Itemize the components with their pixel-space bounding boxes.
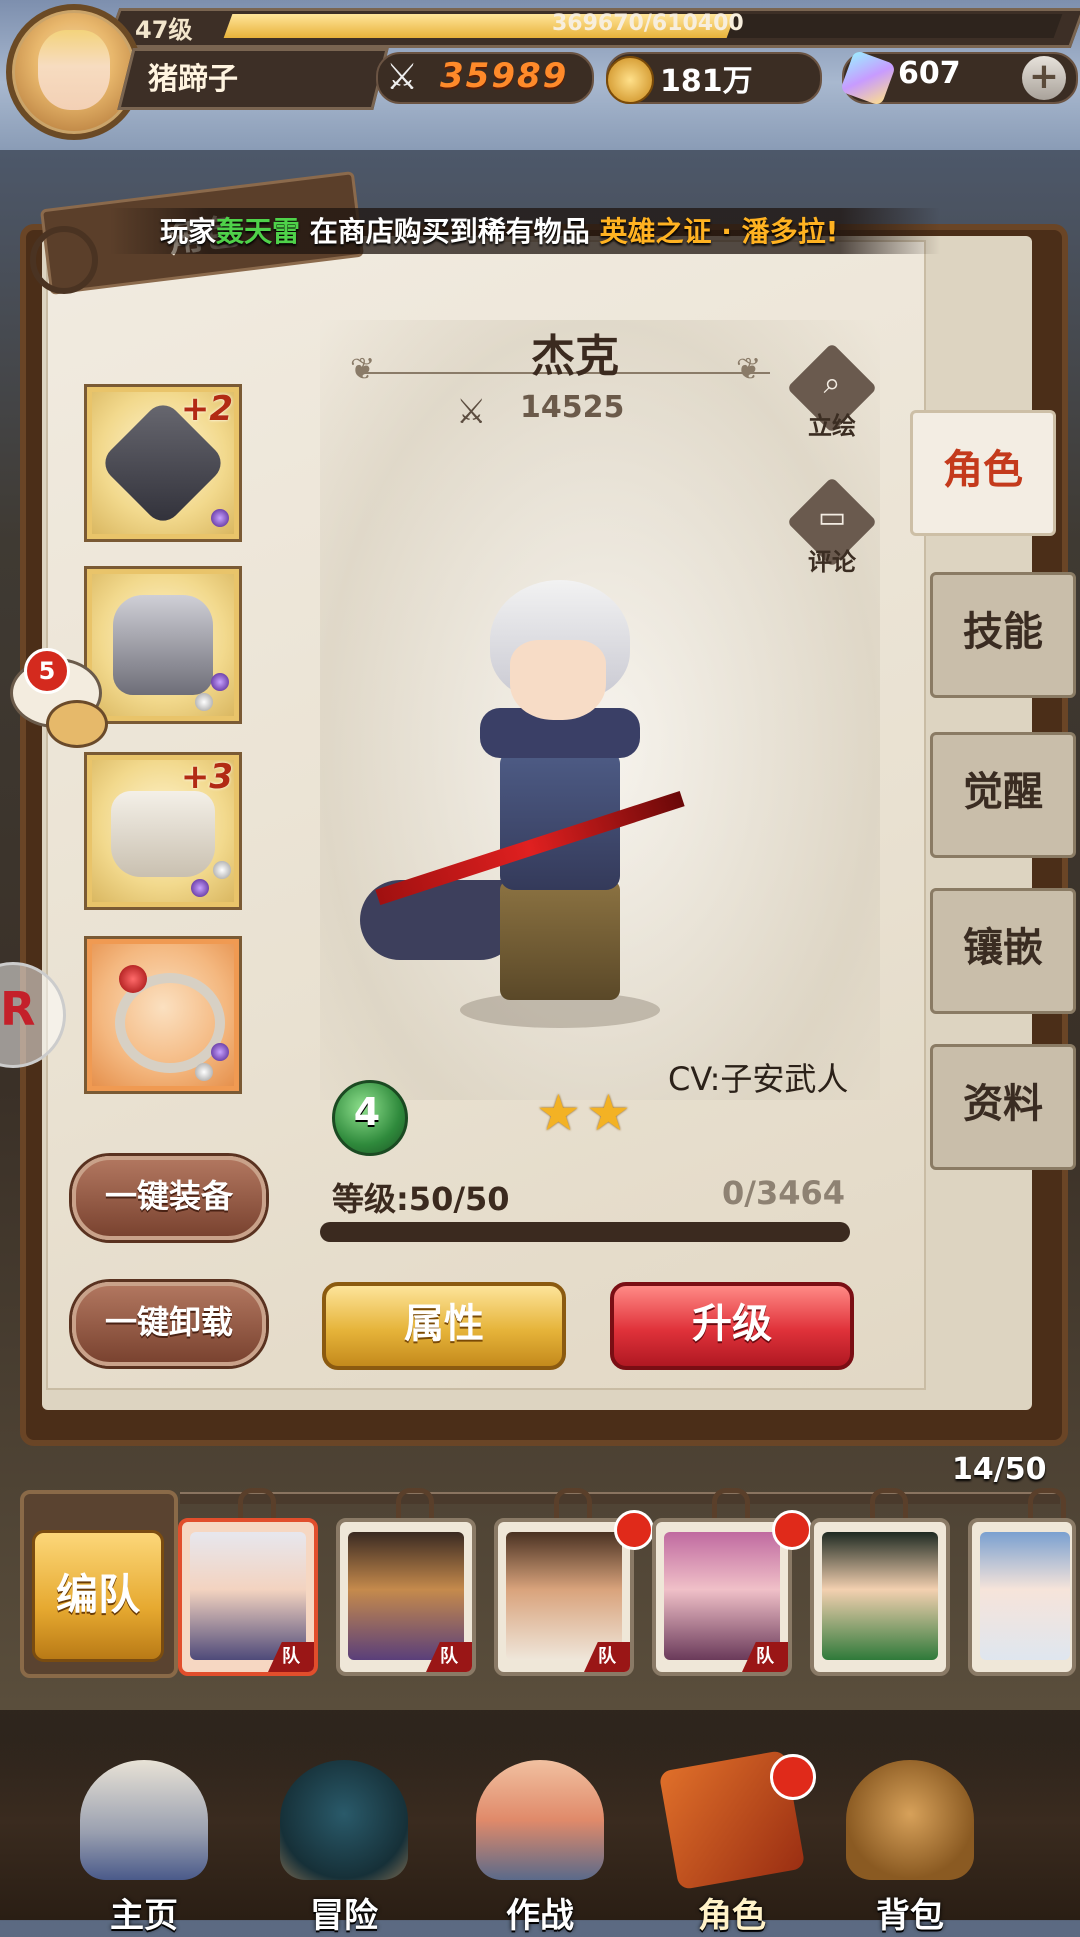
nav-bag-label: 背包 xyxy=(876,1896,944,1936)
portal-icon xyxy=(280,1760,408,1880)
equip-slot-armor[interactable] xyxy=(84,566,242,724)
backpack-icon xyxy=(846,1760,974,1880)
hero-portrait xyxy=(190,1532,306,1660)
character-name: 杰克 xyxy=(531,331,619,382)
hero-card[interactable] xyxy=(968,1518,1076,1676)
rank-number: 4 xyxy=(353,1090,381,1134)
chat-unread-badge: 5 xyxy=(24,648,70,694)
team-formation-button[interactable]: 编队 xyxy=(32,1530,164,1662)
roster-count: 14/50 xyxy=(952,1452,1047,1487)
nav-battle-label: 作战 xyxy=(506,1896,574,1936)
nav-character[interactable]: 角色 xyxy=(652,1749,816,1936)
ornament-left-icon: ❦ xyxy=(350,352,376,387)
auto-unequip-button[interactable]: 一键卸载 xyxy=(72,1282,266,1366)
hero-portrait xyxy=(506,1532,622,1660)
auto-equip-button[interactable]: 一键装备 xyxy=(72,1156,266,1240)
power-value: 35989 xyxy=(440,56,569,96)
ticker-text: 玩家轰天雷 在商店购买到稀有物品 英雄之证 · 潘多拉! xyxy=(160,210,838,250)
enhance-level: +3 xyxy=(180,757,233,797)
tab-character[interactable]: 角色 xyxy=(910,410,1056,536)
battle-mascot-icon xyxy=(476,1760,604,1880)
gold-value: 181万 xyxy=(660,64,753,99)
tab-profile[interactable]: 资料 xyxy=(930,1044,1076,1170)
exp-text: 369670/610400 xyxy=(552,11,744,36)
nav-character-label: 角色 xyxy=(698,1896,766,1936)
character-power: 14525 xyxy=(520,390,625,425)
ticker-player: 轰天雷 xyxy=(216,215,301,248)
crossed-swords-icon: ⚔ xyxy=(456,392,487,432)
hero-card[interactable]: 队 xyxy=(336,1518,476,1676)
event-logo-icon: R xyxy=(0,982,36,1036)
upgrade-button[interactable]: 升级 xyxy=(610,1282,854,1370)
level-text: 等级:50/50 xyxy=(332,1180,510,1218)
portrait-label: 立绘 xyxy=(808,412,856,440)
chat-bubble-icon xyxy=(46,700,108,748)
nav-adventure-label: 冒险 xyxy=(310,1896,378,1936)
ruby-icon xyxy=(119,965,147,993)
gem-value: 607 xyxy=(898,56,961,91)
socket-gem-icon xyxy=(211,509,229,527)
sprite-face xyxy=(510,640,606,720)
hero-card-jack[interactable]: 队 xyxy=(178,1518,318,1676)
nav-home-label: 主页 xyxy=(110,1896,178,1936)
notification-dot xyxy=(772,1510,812,1550)
notification-dot xyxy=(614,1510,654,1550)
exp-needed: 0/3464 xyxy=(722,1174,846,1212)
avatar-portrait xyxy=(38,30,110,110)
hero-portrait xyxy=(980,1532,1070,1660)
hero-portrait xyxy=(348,1532,464,1660)
attributes-button[interactable]: 属性 xyxy=(322,1282,566,1370)
star-icon: ★ xyxy=(536,1084,581,1142)
nav-bag[interactable]: 背包 xyxy=(830,1760,990,1936)
comment-label: 评论 xyxy=(808,548,856,576)
socket-empty-icon xyxy=(213,861,231,879)
enhance-level: +2 xyxy=(180,389,233,429)
ticker-item: 英雄之证 · 潘多拉! xyxy=(599,215,839,248)
sprite-legs xyxy=(500,880,620,1000)
equip-slot-boots[interactable]: +3 xyxy=(84,752,242,910)
player-avatar[interactable] xyxy=(6,4,142,140)
magnifier-icon: ⌕ xyxy=(823,366,841,401)
player-name: 猪蹄子 xyxy=(148,62,238,97)
character-sprite[interactable] xyxy=(360,580,700,1028)
tab-awaken[interactable]: 觉醒 xyxy=(930,732,1076,858)
socket-gem-icon xyxy=(191,879,209,897)
socket-empty-icon xyxy=(195,1063,213,1081)
voice-actor: CV:子安武人 xyxy=(668,1060,849,1098)
tab-inlay[interactable]: 镶嵌 xyxy=(930,888,1076,1014)
socket-gem-icon xyxy=(211,1043,229,1061)
nav-adventure[interactable]: 冒险 xyxy=(264,1760,424,1936)
add-gems-button[interactable]: + xyxy=(1022,56,1066,100)
hero-card[interactable]: 队 xyxy=(494,1518,634,1676)
roster-rail xyxy=(180,1492,1060,1504)
nav-battle[interactable]: 作战 xyxy=(460,1760,620,1936)
socket-gem-icon xyxy=(211,673,229,691)
castle-icon xyxy=(80,1760,208,1880)
gold-coin-icon xyxy=(606,56,654,104)
hero-portrait xyxy=(822,1532,938,1660)
notification-dot xyxy=(770,1754,816,1800)
equip-slot-weapon[interactable]: +2 xyxy=(84,384,242,542)
player-level: 47级 xyxy=(135,16,193,44)
ticker-prefix: 玩家 xyxy=(160,215,217,248)
ticker-middle: 在商店购买到稀有物品 xyxy=(309,215,590,248)
armor-icon xyxy=(113,595,213,695)
hero-card[interactable] xyxy=(810,1518,950,1676)
tab-skills[interactable]: 技能 xyxy=(930,572,1076,698)
hero-card[interactable]: 队 xyxy=(652,1518,792,1676)
equip-slot-ring[interactable] xyxy=(84,936,242,1094)
ornament-right-icon: ❦ xyxy=(736,352,762,387)
boots-icon xyxy=(111,791,215,877)
star-icon: ★ xyxy=(586,1084,631,1142)
ribbon-ring-icon xyxy=(30,226,98,294)
comment-icon: ▭ xyxy=(817,500,847,535)
nav-home[interactable]: 主页 xyxy=(64,1760,224,1936)
level-exp-bar xyxy=(320,1222,850,1242)
socket-empty-icon xyxy=(195,693,213,711)
crossed-swords-icon: ⚔ xyxy=(385,57,419,98)
hero-portrait xyxy=(664,1532,780,1660)
